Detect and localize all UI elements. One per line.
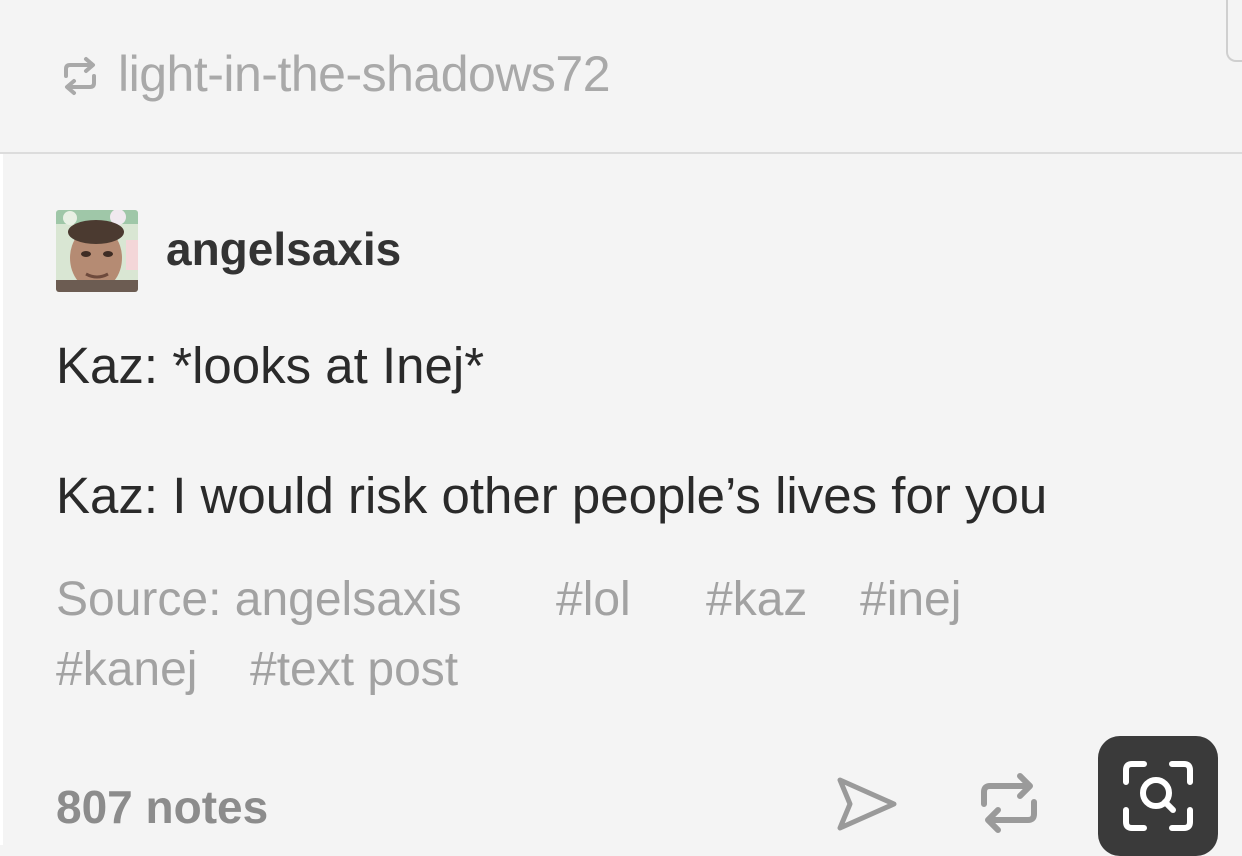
source-link[interactable]: Source: angelsaxis [56, 572, 462, 627]
card-corner [1226, 0, 1242, 62]
reblog-header: light-in-the-shadows72 [0, 0, 1242, 154]
reblog-button-icon[interactable] [974, 770, 1044, 836]
reblog-username[interactable]: light-in-the-shadows72 [118, 45, 611, 103]
tag-text-post[interactable]: #text post [250, 642, 458, 697]
post-text-line-1: Kaz: *looks at Inej* [56, 337, 485, 394]
avatar[interactable] [56, 210, 138, 292]
reblog-icon [64, 57, 96, 95]
tag-kanej[interactable]: #kanej [56, 642, 197, 697]
visual-search-icon [1123, 761, 1193, 831]
visual-search-button[interactable] [1098, 736, 1218, 856]
tag-inej[interactable]: #inej [860, 572, 961, 627]
post-username[interactable]: angelsaxis [166, 222, 401, 276]
tag-kaz[interactable]: #kaz [706, 572, 807, 627]
avatar-image [56, 210, 138, 292]
post-text-line-2: Kaz: I would risk other people’s lives f… [56, 467, 1048, 524]
notes-count[interactable]: 807 notes [56, 780, 268, 834]
tag-lol[interactable]: #lol [556, 572, 631, 627]
send-icon[interactable] [834, 772, 900, 836]
